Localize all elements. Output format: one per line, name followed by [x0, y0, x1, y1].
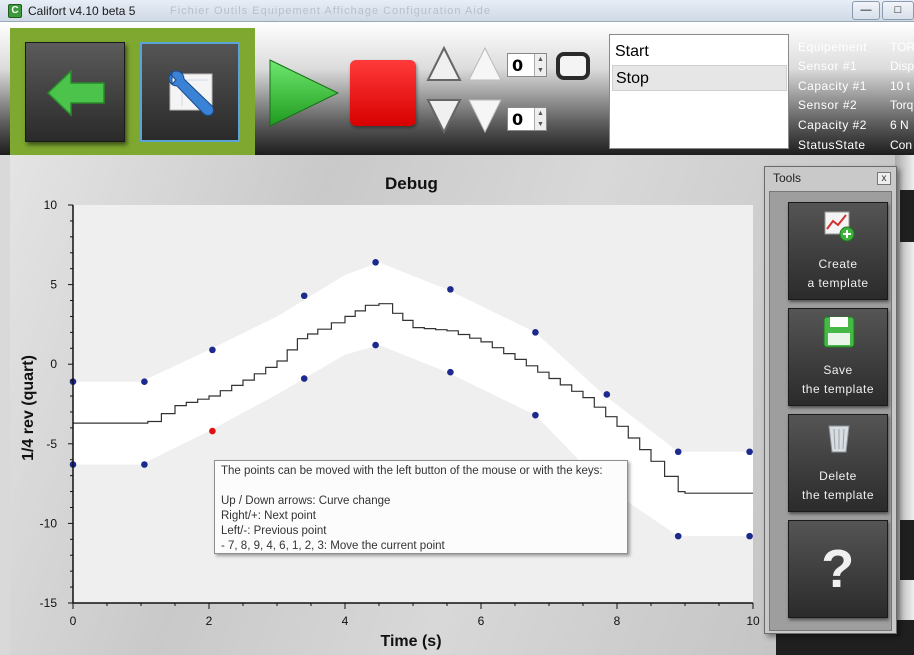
- x-tick-label: 0: [70, 614, 77, 628]
- control-point[interactable]: [300, 375, 308, 382]
- tooltip-line: Left/-: Previous point: [221, 525, 327, 537]
- create-template-button[interactable]: Create a template: [788, 202, 888, 300]
- control-point[interactable]: [209, 346, 216, 354]
- delete-template-button[interactable]: Delete the template: [788, 414, 888, 512]
- control-point[interactable]: [447, 286, 454, 293]
- control-point[interactable]: [674, 532, 682, 540]
- save-template-button[interactable]: Save the template: [788, 308, 888, 406]
- tooltip-line: The points can be moved with the left bu…: [221, 465, 603, 477]
- control-point[interactable]: [372, 259, 379, 266]
- x-axis-label: Time (s): [380, 633, 441, 650]
- control-point[interactable]: [532, 411, 539, 419]
- y-tick-label: 10: [44, 198, 58, 212]
- y-tick-label: 5: [50, 278, 57, 292]
- y-tick-label: -10: [40, 516, 58, 530]
- x-tick-label: 10: [746, 614, 760, 628]
- x-tick-label: 8: [614, 614, 621, 628]
- y-tick-label: -15: [40, 596, 58, 610]
- close-icon[interactable]: x: [877, 172, 891, 185]
- control-point[interactable]: [141, 461, 148, 468]
- tooltip-line: Right/+: Next point: [221, 510, 316, 522]
- y-tick-label: 0: [50, 357, 57, 371]
- trash-icon: [828, 425, 850, 453]
- tools-window: Tools x Create a template Save the templ…: [764, 166, 897, 634]
- control-point[interactable]: [447, 368, 454, 376]
- create-label-2: a template: [807, 276, 869, 290]
- save-disk-icon: [823, 316, 855, 348]
- control-point[interactable]: [674, 448, 682, 456]
- control-point[interactable]: [300, 292, 308, 300]
- tools-panel: Create a template Save the template Dele…: [769, 191, 892, 631]
- y-axis-label: 1/4 rev (quart): [20, 355, 37, 461]
- help-icon: ?: [821, 539, 855, 599]
- selected-control-point[interactable]: [209, 427, 216, 435]
- save-label-2: the template: [801, 382, 875, 396]
- control-point[interactable]: [746, 448, 753, 456]
- control-point[interactable]: [603, 391, 611, 398]
- control-point[interactable]: [532, 329, 539, 336]
- delete-label-2: the template: [801, 488, 875, 502]
- help-button[interactable]: ?: [788, 520, 888, 618]
- x-tick-label: 4: [342, 614, 349, 628]
- tooltip-line: - 7, 8, 9, 4, 6, 1, 2, 3: Move the curre…: [221, 540, 445, 552]
- create-label-1: Create: [818, 257, 858, 271]
- y-tick-label: -5: [46, 437, 57, 451]
- delete-label-1: Delete: [819, 469, 857, 483]
- tooltip-line: [221, 479, 621, 494]
- tools-title: Tools: [773, 171, 802, 185]
- help-tooltip: The points can be moved with the left bu…: [214, 460, 628, 554]
- control-point[interactable]: [372, 341, 379, 349]
- save-label-1: Save: [823, 363, 853, 377]
- x-tick-label: 6: [478, 614, 485, 628]
- x-tick-label: 2: [206, 614, 213, 628]
- control-point[interactable]: [746, 532, 753, 540]
- create-template-icon: [824, 211, 855, 242]
- control-point[interactable]: [141, 378, 148, 386]
- tooltip-line: Up / Down arrows: Curve change: [221, 495, 391, 507]
